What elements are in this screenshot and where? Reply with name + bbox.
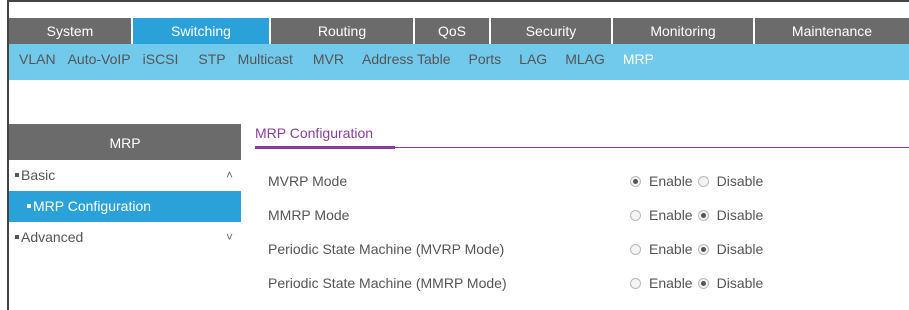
submenu-vlan[interactable]: VLAN [19,44,56,74]
submenu-address-table[interactable]: Address Table [362,44,450,74]
radio-label: Disable [716,241,764,257]
tab-monitoring[interactable]: Monitoring [613,18,755,44]
radio-label: Enable [649,275,693,291]
page-title: MRP Configuration [255,125,374,141]
radio-label: Disable [716,207,764,223]
field-label-mvrp-mode: MVRP Mode [268,173,348,189]
tab-maintenance[interactable]: Maintenance [755,18,909,44]
submenu-ports[interactable]: Ports [468,44,501,74]
nav-mrp-configuration[interactable]: MRP Configuration [9,191,241,222]
submenu-mlag[interactable]: MLAG [565,44,605,74]
radio-group-mvrp-mode: Enable Disable [630,173,768,189]
nav-basic[interactable]: Basic ˄ [9,160,241,191]
left-nav: MRP Basic ˄ MRP Configuration Advanced ˅ [9,124,241,253]
radio-periodic-mmrp-disable[interactable] [697,277,709,289]
bullet-icon [15,235,19,240]
field-label-periodic-mvrp: Periodic State Machine (MVRP Mode) [268,241,505,257]
radio-label: Enable [649,173,693,189]
tab-qos[interactable]: QoS [415,18,491,44]
tab-security[interactable]: Security [491,18,613,44]
radio-mmrp-disable[interactable] [697,209,709,221]
radio-label: Disable [716,173,764,189]
submenu-multicast[interactable]: Multicast [238,44,293,74]
radio-group-mmrp-mode: Enable Disable [630,207,768,223]
submenu-mrp[interactable]: MRP [623,44,654,74]
field-label-periodic-mmrp: Periodic State Machine (MMRP Mode) [268,275,507,291]
tab-routing[interactable]: Routing [271,18,415,44]
radio-group-periodic-mmrp: Enable Disable [630,275,768,291]
radio-label: Enable [649,207,693,223]
radio-mmrp-enable[interactable] [630,209,641,221]
title-underline [255,146,395,149]
radio-mvrp-enable[interactable] [630,175,641,187]
submenu-mvr[interactable]: MVR [313,44,344,74]
nav-advanced[interactable]: Advanced ˅ [9,222,241,253]
submenu-lag[interactable]: LAG [519,44,547,74]
top-menu: System Switching Routing QoS Security Mo… [9,18,909,44]
submenu-stp[interactable]: STP [198,44,225,74]
bullet-icon [27,204,31,209]
left-nav-title: MRP [9,124,241,160]
radio-periodic-mvrp-disable[interactable] [697,243,709,255]
chevron-down-icon[interactable]: ˅ [226,222,233,252]
radio-periodic-mmrp-enable[interactable] [630,277,641,289]
tab-system[interactable]: System [9,18,133,44]
submenu-auto-voip[interactable]: Auto-VoIP [68,44,131,74]
radio-label: Enable [649,241,693,257]
radio-group-periodic-mvrp: Enable Disable [630,241,768,257]
nav-mrp-configuration-label: MRP Configuration [33,198,152,214]
bullet-icon [15,173,19,178]
radio-periodic-mvrp-enable[interactable] [630,243,641,255]
nav-basic-label: Basic [21,167,56,183]
radio-label: Disable [716,275,764,291]
sub-menu: VLAN Auto-VoIP iSCSI STP Multicast MVR A… [9,44,909,80]
chevron-up-icon[interactable]: ˄ [226,160,233,190]
tab-switching[interactable]: Switching [133,18,271,44]
nav-advanced-label: Advanced [21,229,84,245]
field-label-mmrp-mode: MMRP Mode [268,207,350,223]
submenu-iscsi[interactable]: iSCSI [143,44,179,74]
radio-mvrp-disable[interactable] [697,175,709,187]
